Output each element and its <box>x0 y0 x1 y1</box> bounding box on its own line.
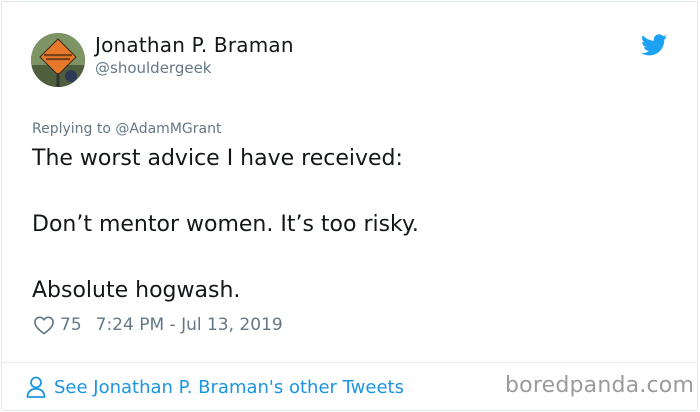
tweet-timestamp[interactable]: 7:24 PM - Jul 13, 2019 <box>96 315 283 335</box>
reply-context[interactable]: Replying to @AdamMGrant <box>32 121 221 137</box>
person-icon <box>26 376 46 398</box>
heart-icon[interactable] <box>33 315 55 335</box>
avatar[interactable] <box>31 33 85 87</box>
see-other-tweets-label: See Jonathan P. Braman's other Tweets <box>54 376 404 398</box>
divider <box>1 362 698 363</box>
tweet-meta: 75 7:24 PM - Jul 13, 2019 <box>33 313 283 337</box>
author-name[interactable]: Jonathan P. Braman <box>95 33 294 57</box>
tweet-text-line-2: Don’t mentor women. It’s too risky. <box>32 212 419 237</box>
like-count: 75 <box>60 315 82 335</box>
tweet-text-line-1: The worst advice I have received: <box>32 146 403 171</box>
tweet-text-line-3: Absolute hogwash. <box>32 278 241 303</box>
author-handle[interactable]: @shouldergeek <box>95 59 212 77</box>
avatar-image <box>31 33 85 87</box>
twitter-bird-icon[interactable] <box>641 34 667 56</box>
see-other-tweets-link[interactable]: See Jonathan P. Braman's other Tweets <box>26 374 404 400</box>
watermark: boredpanda.com <box>505 373 695 398</box>
